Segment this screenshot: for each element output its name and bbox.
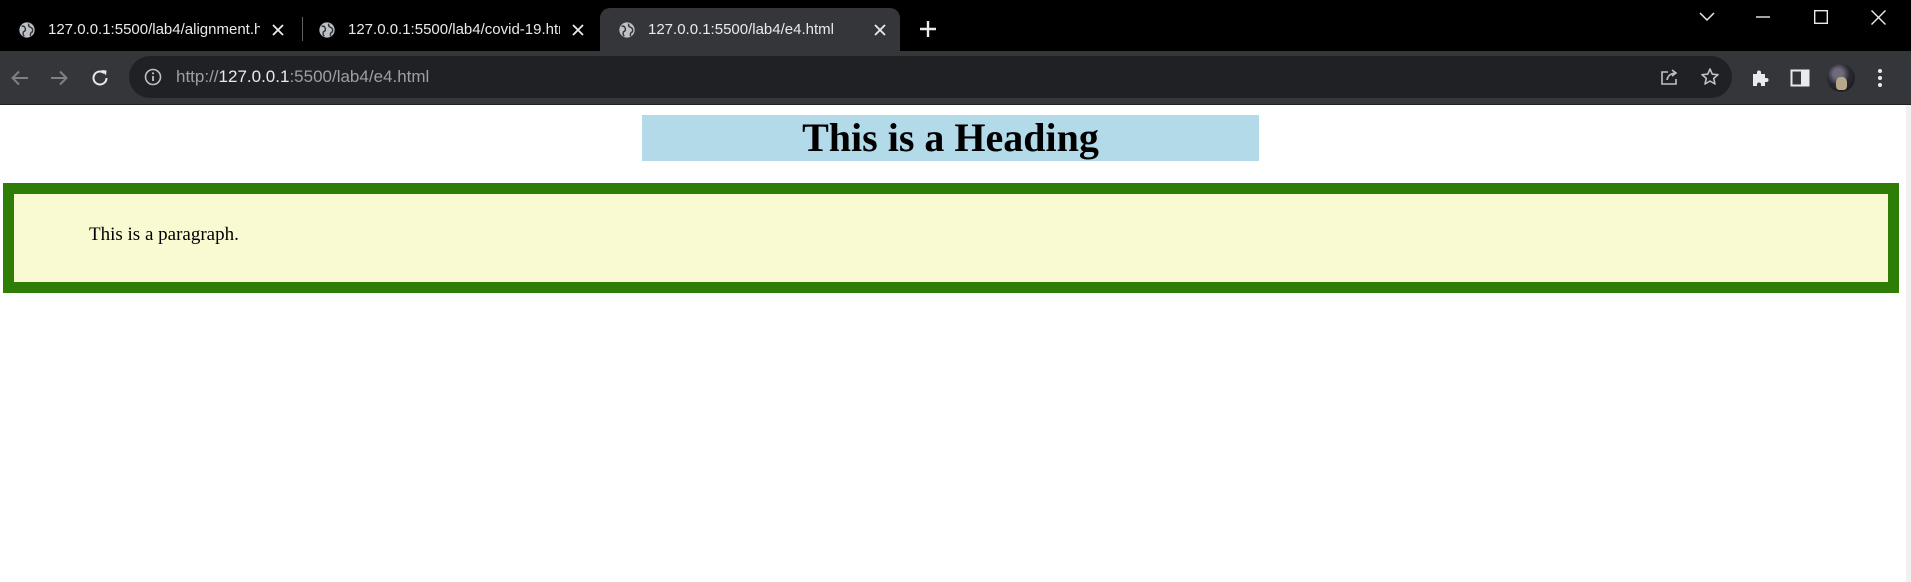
forward-arrow-icon [51, 70, 68, 86]
globe-icon [19, 21, 35, 38]
tab-e4-active[interactable]: 127.0.0.1:5500/lab4/e4.html [600, 8, 900, 51]
info-icon[interactable] [142, 66, 164, 88]
reload-button[interactable] [84, 62, 116, 94]
tab-title: 127.0.0.1:5500/lab4/e4.html [648, 21, 834, 38]
close-icon [1870, 9, 1886, 25]
globe-icon [319, 21, 335, 38]
tab-alignment[interactable]: 127.0.0.1:5500/lab4/alignment.html [0, 8, 298, 51]
profile-avatar[interactable] [1827, 64, 1855, 92]
side-panel-icon[interactable] [1786, 64, 1814, 92]
address-bar[interactable]: http://127.0.0.1:5500/lab4/e4.html [129, 56, 1732, 98]
back-arrow-icon [11, 70, 28, 86]
tab-title: 127.0.0.1:5500/lab4/alignment.html [48, 21, 260, 38]
share-icon[interactable] [1657, 64, 1683, 90]
kebab-menu-icon[interactable] [1866, 64, 1894, 92]
puzzle-icon[interactable] [1746, 64, 1774, 92]
url-scheme: http:// [176, 67, 219, 86]
browser-toolbar: http://127.0.0.1:5500/lab4/e4.html [0, 51, 1911, 105]
tab-covid-19[interactable]: 127.0.0.1:5500/lab4/covid-19.html [300, 8, 598, 51]
url-path: :5500/lab4/e4.html [289, 67, 430, 86]
window-close-button[interactable] [1850, 0, 1906, 34]
forward-button[interactable] [43, 62, 75, 94]
url-text[interactable]: http://127.0.0.1:5500/lab4/e4.html [176, 67, 429, 87]
tab-search-button[interactable] [1679, 0, 1735, 34]
back-button[interactable] [4, 62, 36, 94]
maximize-icon [1814, 10, 1828, 24]
tab-title: 127.0.0.1:5500/lab4/covid-19.html [348, 21, 560, 38]
close-icon[interactable] [566, 18, 590, 42]
paragraph-text: This is a paragraph. [89, 224, 239, 245]
globe-icon [619, 21, 635, 38]
url-host: 127.0.0.1 [218, 67, 290, 86]
close-icon[interactable] [868, 18, 892, 42]
scrollbar-track[interactable] [1906, 105, 1911, 582]
maximize-button[interactable] [1793, 0, 1849, 34]
star-icon[interactable] [1697, 64, 1723, 90]
close-icon[interactable] [266, 18, 290, 42]
page-heading: This is a Heading [642, 115, 1259, 161]
chevron-down-icon [1699, 12, 1715, 22]
new-tab-button[interactable] [913, 14, 943, 44]
plus-icon [920, 21, 936, 37]
minimize-icon [1756, 16, 1770, 18]
paragraph-box: This is a paragraph. [3, 183, 1899, 293]
reload-icon [92, 70, 108, 86]
tab-strip: 127.0.0.1:5500/lab4/alignment.html 127.0… [0, 0, 1911, 51]
page-viewport: This is a Heading This is a paragraph. [0, 105, 1906, 582]
minimize-button[interactable] [1735, 0, 1791, 34]
